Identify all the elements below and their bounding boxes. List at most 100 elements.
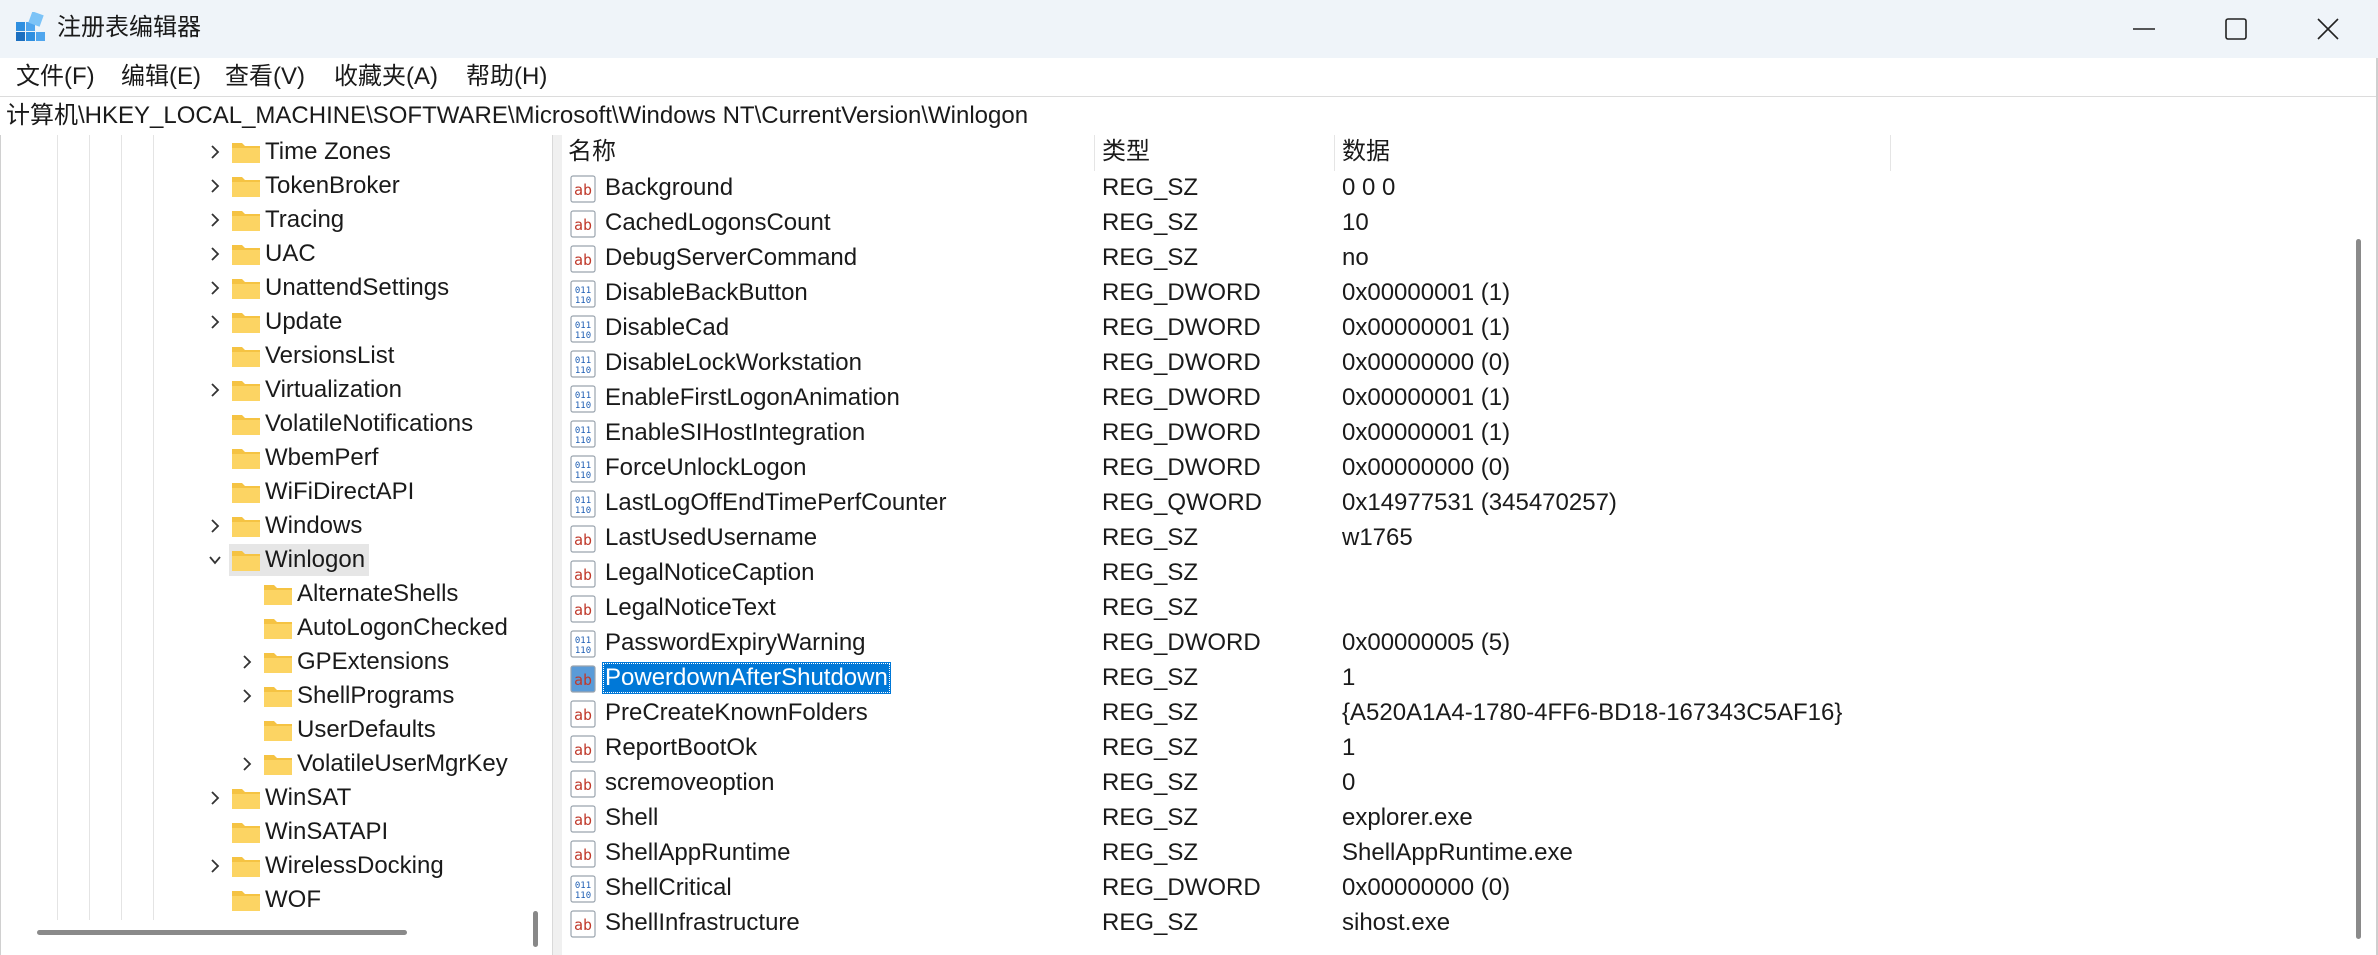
value-row[interactable]: ab Background REG_SZ 0 0 0 [562, 171, 2342, 206]
tree-item[interactable]: UnattendSettings [1, 271, 553, 305]
value-name: LastUsedUsername [605, 524, 818, 551]
tree-item[interactable]: VersionsList [1, 339, 553, 373]
value-row[interactable]: ab DebugServerCommand REG_SZ no [562, 241, 2342, 276]
chevron-right-icon[interactable] [207, 144, 223, 160]
value-row[interactable]: ab ReportBootOk REG_SZ 1 [562, 731, 2342, 766]
tree-item[interactable]: WiFiDirectAPI [1, 475, 553, 509]
tree-item[interactable]: VolatileUserMgrKey [1, 747, 553, 781]
binary-value-icon: 110011 [570, 630, 596, 658]
tree-item[interactable]: ShellPrograms [1, 679, 553, 713]
binary-value-icon: 110011 [570, 455, 596, 483]
tree-item[interactable]: WirelessDocking [1, 849, 553, 883]
tree-vertical-scrollbar[interactable] [533, 911, 538, 947]
chevron-right-icon[interactable] [239, 654, 255, 670]
value-name: ForceUnlockLogon [605, 454, 807, 481]
value-data: 0x00000001 (1) [1342, 384, 1511, 411]
chevron-right-icon[interactable] [207, 178, 223, 194]
chevron-right-icon[interactable] [239, 688, 255, 704]
chevron-right-icon[interactable] [207, 790, 223, 806]
chevron-right-icon[interactable] [207, 212, 223, 228]
tree-item[interactable]: AutoLogonChecked [1, 611, 553, 645]
tree-item-label: UserDefaults [297, 716, 436, 743]
key-tree[interactable]: Time Zones TokenBroker Tracing UAC UnattendS… [0, 135, 553, 955]
tree-item[interactable]: WinSATAPI [1, 815, 553, 849]
column-divider[interactable] [1094, 135, 1095, 171]
value-row[interactable]: ab Shell REG_SZ explorer.exe [562, 801, 2342, 836]
value-row[interactable]: ab ShellInfrastructure REG_SZ sihost.exe [562, 906, 2342, 941]
tree-item[interactable]: Winlogon [1, 543, 553, 577]
svg-text:ab: ab [574, 741, 592, 759]
value-row[interactable]: 110 011 PasswordExpiryWarning REG_DWORD 0x00… [562, 626, 2342, 661]
value-row[interactable]: 110 011 DisableBackButton REG_DWORD 0x000000… [562, 276, 2342, 311]
value-data: 0 [1342, 769, 1356, 796]
tree-horizontal-scrollbar[interactable] [37, 930, 407, 935]
column-header-data[interactable]: 数据 [1342, 135, 1390, 169]
value-row[interactable]: ab LegalNoticeText REG_SZ [562, 591, 2342, 626]
menu-help[interactable]: 帮助(H) [466, 61, 547, 93]
tree-item[interactable]: AlternateShells [1, 577, 553, 611]
chevron-right-icon[interactable] [207, 314, 223, 330]
tree-item-label: AlternateShells [297, 580, 459, 607]
tree-item[interactable]: WbemPerf [1, 441, 553, 475]
folder-icon [232, 823, 260, 843]
values-list[interactable]: 名称 类型 数据 ab Background REG_SZ 0 0 0 ab Cached… [562, 135, 2378, 955]
address-path[interactable]: 计算机\HKEY_LOCAL_MACHINE\SOFTWARE\Microsof… [6, 100, 1028, 132]
tree-item[interactable]: WOF [1, 883, 553, 917]
column-divider[interactable] [1334, 135, 1335, 171]
svg-text:ab: ab [574, 531, 592, 549]
tree-item[interactable]: Time Zones [1, 135, 553, 169]
close-button[interactable] [2282, 0, 2374, 58]
minimize-button[interactable] [2098, 0, 2190, 58]
value-row[interactable]: ab LastUsedUsername REG_SZ w1765 [562, 521, 2342, 556]
chevron-right-icon[interactable] [239, 756, 255, 772]
tree-item[interactable]: UAC [1, 237, 553, 271]
value-row[interactable]: ab scremoveoption REG_SZ 0 [562, 766, 2342, 801]
tree-item[interactable]: Virtualization [1, 373, 553, 407]
values-vertical-scrollbar[interactable] [2356, 239, 2361, 939]
value-row[interactable]: ab ShellAppRuntime REG_SZ ShellAppRuntime.e… [562, 836, 2342, 871]
value-type: REG_DWORD [1102, 454, 1261, 481]
value-row[interactable]: ab PowerdownAfterShutdown REG_SZ 1 [562, 661, 2342, 696]
value-row[interactable]: ab LegalNoticeCaption REG_SZ [562, 556, 2342, 591]
value-row[interactable]: 110 011 EnableSIHostIntegration REG_DWORD 0x… [562, 416, 2342, 451]
string-value-icon: ab [570, 665, 596, 693]
menu-favorites[interactable]: 收藏夹(A) [334, 61, 438, 93]
tree-item[interactable]: TokenBroker [1, 169, 553, 203]
chevron-right-icon[interactable] [207, 280, 223, 296]
chevron-down-icon[interactable] [207, 552, 223, 568]
tree-item[interactable]: Update [1, 305, 553, 339]
tree-item[interactable]: Windows [1, 509, 553, 543]
menu-file[interactable]: 文件(F) [16, 61, 95, 93]
menu-edit[interactable]: 编辑(E) [121, 61, 201, 93]
value-row[interactable]: ab CachedLogonsCount REG_SZ 10 [562, 206, 2342, 241]
value-row[interactable]: 110 011 ShellCritical REG_DWORD 0x00000000 (… [562, 871, 2342, 906]
tree-item-label: WiFiDirectAPI [265, 478, 415, 505]
tree-item[interactable]: VolatileNotifications [1, 407, 553, 441]
tree-item[interactable]: Tracing [1, 203, 553, 237]
string-value-icon: ab [570, 175, 596, 203]
column-divider[interactable] [1890, 135, 1891, 171]
tree-item[interactable]: UserDefaults [1, 713, 553, 747]
column-header-name[interactable]: 名称 [568, 135, 616, 169]
tree-item-label: AutoLogonChecked [297, 614, 508, 641]
tree-item[interactable]: WinSAT [1, 781, 553, 815]
value-row[interactable]: 110 011 LastLogOffEndTimePerfCounter REG_QW… [562, 486, 2342, 521]
string-value-icon: ab [570, 770, 596, 798]
address-bar[interactable]: 计算机\HKEY_LOCAL_MACHINE\SOFTWARE\Microsof… [0, 96, 2376, 136]
value-row[interactable]: 110 011 DisableLockWorkstation REG_DWORD 0x0… [562, 346, 2342, 381]
value-row[interactable]: ab PreCreateKnownFolders REG_SZ {A520A1A4-1… [562, 696, 2342, 731]
chevron-right-icon[interactable] [207, 858, 223, 874]
chevron-right-icon[interactable] [207, 246, 223, 262]
folder-icon [264, 619, 292, 639]
column-header-type[interactable]: 类型 [1102, 135, 1150, 169]
maximize-button[interactable] [2190, 0, 2282, 58]
value-row[interactable]: 110 011 EnableFirstLogonAnimation REG_DWORD… [562, 381, 2342, 416]
svg-text:110: 110 [575, 436, 591, 446]
menu-view[interactable]: 查看(V) [225, 61, 305, 93]
chevron-right-icon[interactable] [207, 382, 223, 398]
svg-text:ab: ab [574, 216, 592, 234]
value-row[interactable]: 110 011 ForceUnlockLogon REG_DWORD 0x0000000… [562, 451, 2342, 486]
chevron-right-icon[interactable] [207, 518, 223, 534]
value-row[interactable]: 110 011 DisableCad REG_DWORD 0x00000001 (1) [562, 311, 2342, 346]
tree-item[interactable]: GPExtensions [1, 645, 553, 679]
